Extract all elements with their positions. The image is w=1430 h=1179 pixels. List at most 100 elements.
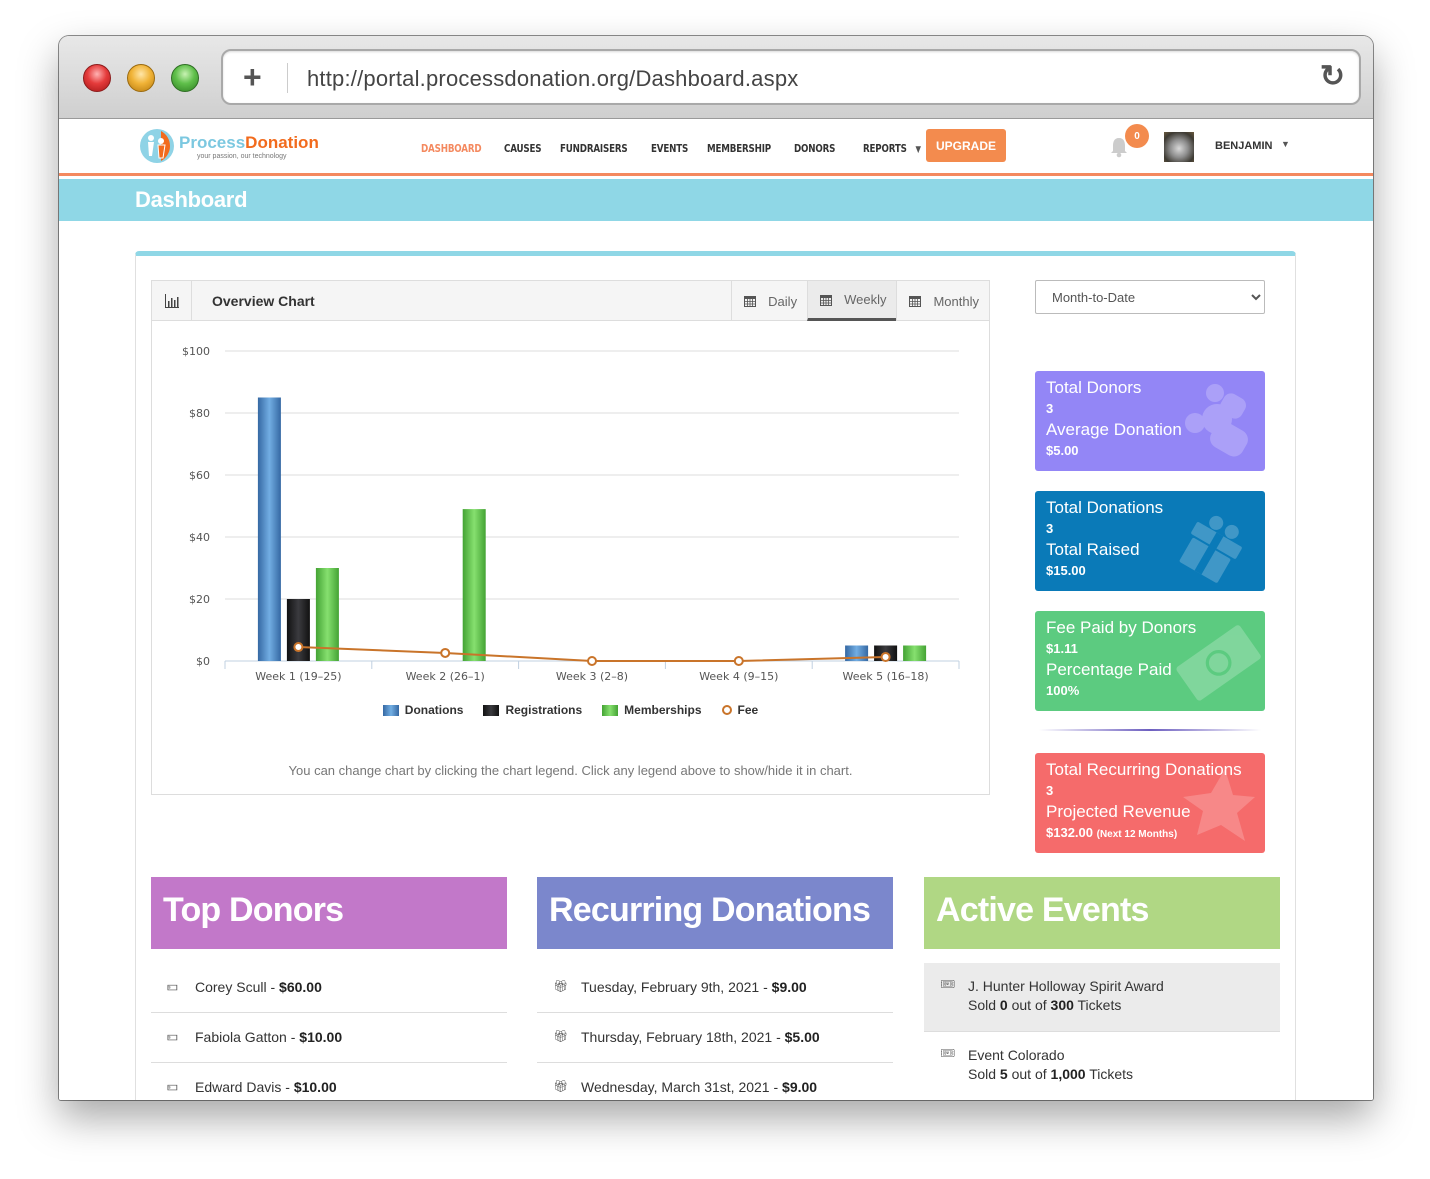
close-window-button[interactable] — [83, 64, 111, 92]
calendar-icon — [909, 296, 922, 307]
stat-label: Total Recurring Donations — [1046, 760, 1242, 779]
legend-swatch-registrations — [483, 704, 500, 716]
nav-causes[interactable]: CAUSES — [504, 142, 542, 155]
nav-fundraisers[interactable]: FUNDRAISERS — [560, 142, 628, 155]
donor-entry: Fabiola Gatton - $10.00 — [195, 1029, 343, 1045]
y-tick-label: $40 — [189, 531, 210, 544]
event-name: Event Colorado — [968, 1047, 1065, 1063]
active-events-box: Active Events 🎟︎ J. Hunter Holloway Spir… — [924, 877, 1280, 1100]
stat-card-donors: Total Donors 3 Average Donation $5.00 — [1035, 371, 1265, 471]
x-tick-label: Week 3 (2–8) — [556, 670, 628, 683]
stat-label: Projected Revenue — [1046, 802, 1191, 821]
legend-memberships[interactable]: Memberships — [602, 703, 702, 717]
event-entry: J. Hunter Holloway Spirit Award Sold 0 o… — [968, 977, 1164, 1015]
stat-value: 3 — [1046, 783, 1054, 798]
url-text[interactable]: http://portal.processdonation.org/Dashbo… — [307, 66, 798, 92]
legend-donations[interactable]: Donations — [382, 703, 464, 717]
browser-chrome: + http://portal.processdonation.org/Dash… — [59, 36, 1373, 119]
chart-header: Overview Chart Daily Weekly Monthly — [152, 281, 989, 321]
nav-reports[interactable]: REPORTS ▼ — [863, 142, 921, 155]
legend-marker-fee — [721, 705, 732, 715]
recurring-donations-box: Recurring Donations 🎁︎ Tuesday, February… — [537, 877, 893, 1100]
upgrade-button[interactable]: UPGRADE — [926, 129, 1006, 162]
chart-period-tabs: Daily Weekly Monthly — [731, 281, 989, 321]
fee-point — [293, 642, 304, 653]
overview-chart: $0 $20 $40 $60 $80 $100 Week 1 (19–25) Week 2 (… — [182, 345, 960, 683]
list-item[interactable]: 🎁︎ Thursday, February 18th, 2021 - $5.00 — [537, 1013, 893, 1063]
page-title: Dashboard — [135, 187, 248, 212]
legend-fee[interactable]: Fee — [721, 703, 759, 717]
nav-membership[interactable]: MEMBERSHIP — [707, 142, 771, 155]
stat-label: Total Donors — [1046, 378, 1142, 397]
list-item[interactable]: 💵︎ Fabiola Gatton - $10.00 — [151, 1013, 507, 1063]
legend-registrations[interactable]: Registrations — [483, 703, 582, 717]
x-tick-label: Week 4 (9–15) — [699, 670, 778, 683]
tab-daily[interactable]: Daily — [731, 281, 807, 321]
legend-label: Registrations — [505, 703, 583, 717]
tab-monthly[interactable]: Monthly — [896, 281, 989, 321]
event-entry: Event Colorado Sold 5 out of 1,000 Ticke… — [968, 1046, 1133, 1084]
maximize-window-button[interactable] — [171, 64, 199, 92]
notification-badge: 0 — [1125, 124, 1149, 148]
stat-label: Percentage Paid — [1046, 660, 1172, 679]
chart-help-note: You can change chart by clicking the cha… — [288, 763, 853, 778]
avatar[interactable] — [1164, 132, 1194, 162]
logo[interactable]: ProcessDonation your passion, our techno… — [139, 126, 319, 166]
overview-chart-panel: Overview Chart Daily Weekly Monthly $0 $… — [151, 280, 990, 795]
list-item[interactable]: 🎁︎ Tuesday, February 9th, 2021 - $9.00 — [537, 963, 893, 1013]
top-donors-title: Top Donors — [151, 877, 507, 949]
money-icon: 💵︎ — [167, 1029, 178, 1043]
y-tick-label: $20 — [189, 593, 210, 606]
stat-value: 100% — [1046, 683, 1080, 698]
stat-value: $1.11 — [1046, 641, 1078, 656]
list-item[interactable]: 🎟︎ J. Hunter Holloway Spirit Award Sold … — [924, 963, 1280, 1032]
stat-value: 3 — [1046, 521, 1054, 536]
main-nav: DASHBOARD CAUSES FUNDRAISERS EVENTS MEMB… — [421, 120, 942, 176]
tab-daily-label: Daily — [768, 293, 798, 309]
gift-icon: 🎁︎ — [553, 1079, 569, 1093]
stat-card-recurring: Total Recurring Donations 3 Projected Re… — [1035, 753, 1265, 853]
active-events-title: Active Events — [924, 877, 1280, 949]
x-tick-label: Week 5 (16–18) — [842, 670, 928, 683]
event-sold: Sold 5 out of 1,000 Tickets — [968, 1066, 1134, 1082]
recurring-entry: Tuesday, February 9th, 2021 - $9.00 — [581, 979, 807, 995]
event-sold: Sold 0 out of 300 Tickets — [968, 997, 1122, 1013]
legend-swatch-memberships — [602, 704, 619, 716]
list-item[interactable]: 💵︎ Corey Scull - $60.00 — [151, 963, 507, 1013]
nav-events[interactable]: EVENTS — [651, 142, 688, 155]
nav-dashboard[interactable]: DASHBOARD — [421, 142, 482, 155]
list-item[interactable]: 💵︎ Edward Davis - $10.00 — [151, 1063, 507, 1100]
stat-value: 3 — [1046, 401, 1054, 416]
fee-point — [440, 647, 451, 658]
chevron-down-icon[interactable]: ▼ — [1281, 139, 1290, 149]
list-item[interactable]: 🎟︎ Event Colorado Sold 5 out of 1,000 Ti… — [924, 1032, 1280, 1100]
tab-monthly-label: Monthly — [933, 293, 979, 309]
date-range-select[interactable]: Month-to-Date — [1035, 280, 1265, 314]
x-tick-label: Week 2 (26–1) — [406, 670, 485, 683]
legend-label: Donations — [404, 703, 464, 717]
stat-label: Total Raised — [1046, 540, 1140, 559]
plus-icon[interactable]: + — [243, 59, 262, 95]
nav-donors[interactable]: DONORS — [794, 142, 835, 155]
stats-divider — [1039, 729, 1261, 731]
stat-value-note: (Next 12 Months) — [1096, 829, 1178, 840]
logo-mark-icon — [140, 129, 174, 163]
legend-label: Memberships — [624, 703, 702, 717]
minimize-window-button[interactable] — [127, 64, 155, 92]
fee-point — [733, 656, 744, 666]
ticket-icon: 🎟︎ — [940, 977, 956, 991]
stat-value: $15.00 — [1046, 563, 1086, 578]
tab-weekly[interactable]: Weekly — [807, 281, 897, 321]
tab-weekly-label: Weekly — [844, 292, 887, 307]
top-navbar: ProcessDonation your passion, our techno… — [59, 120, 1373, 176]
x-tick-label: Week 1 (19–25) — [255, 670, 341, 683]
legend-label: Fee — [737, 703, 759, 717]
donor-entry: Corey Scull - $60.00 — [195, 979, 322, 995]
list-item[interactable]: 🎁︎ Wednesday, March 31st, 2021 - $9.00 — [537, 1063, 893, 1100]
reload-icon[interactable]: ↻ — [1320, 59, 1345, 94]
address-bar[interactable]: + http://portal.processdonation.org/Dash… — [221, 49, 1361, 105]
y-tick-label: $100 — [182, 345, 210, 358]
bar-chart-icon — [152, 281, 192, 321]
calendar-icon — [744, 296, 757, 307]
user-menu[interactable]: BENJAMIN — [1215, 140, 1272, 152]
